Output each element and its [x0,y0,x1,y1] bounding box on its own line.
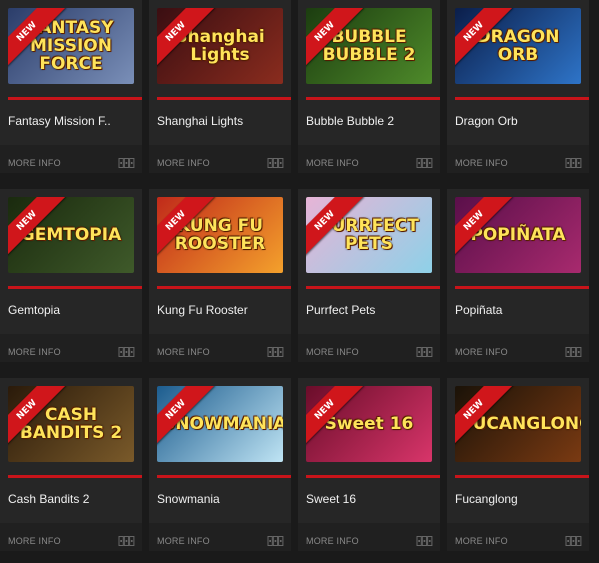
game-title[interactable]: Sweet 16 [306,492,356,506]
more-info-bar: MORE INFO [298,523,440,551]
game-title[interactable]: Cash Bandits 2 [8,492,89,506]
red-divider [157,286,291,289]
game-title[interactable]: Dragon Orb [455,114,518,128]
more-info-link[interactable]: MORE INFO [306,536,359,546]
game-card[interactable]: POPIÑATA NEW Popiñata MORE INFO [447,189,589,362]
more-info-bar: MORE INFO [149,334,291,362]
red-divider [157,97,291,100]
game-title[interactable]: Fantasy Mission F.. [8,114,111,128]
game-thumbnail[interactable]: KUNG FU ROOSTER NEW [157,197,283,273]
game-thumbnail[interactable]: FUCANGLONG NEW [455,386,581,462]
more-info-bar: MORE INFO [447,145,589,173]
more-info-bar: MORE INFO [0,523,142,551]
more-info-link[interactable]: MORE INFO [455,158,508,168]
game-thumbnail[interactable]: GEMTOPIA NEW [8,197,134,273]
slot-machine-icon [416,536,433,546]
more-info-bar: MORE INFO [149,523,291,551]
game-title[interactable]: Shanghai Lights [157,114,243,128]
game-card[interactable]: FUCANGLONG NEW Fucanglong MORE INFO [447,378,589,551]
red-divider [306,97,440,100]
game-card[interactable]: GEMTOPIA NEW Gemtopia MORE INFO [0,189,142,362]
game-card[interactable]: Shanghai Lights NEW Shanghai Lights MORE IN… [149,0,291,173]
slot-machine-icon [267,158,284,168]
slot-machine-icon [416,347,433,357]
slot-machine-icon [416,158,433,168]
game-thumbnail[interactable]: BUBBLE BUBBLE 2 NEW [306,8,432,84]
game-thumbnail[interactable]: POPIÑATA NEW [455,197,581,273]
red-divider [306,475,440,478]
more-info-bar: MORE INFO [0,334,142,362]
red-divider [455,286,589,289]
game-title[interactable]: Snowmania [157,492,220,506]
game-card[interactable]: DRAGON ORB NEW Dragon Orb MORE INFO [447,0,589,173]
slot-machine-icon [565,347,582,357]
more-info-link[interactable]: MORE INFO [157,158,210,168]
more-info-bar: MORE INFO [298,334,440,362]
red-divider [455,97,589,100]
game-card[interactable]: SNOWMANIA NEW Snowmania MORE INFO [149,378,291,551]
game-thumbnail[interactable]: Shanghai Lights NEW [157,8,283,84]
more-info-link[interactable]: MORE INFO [8,158,61,168]
game-card[interactable]: KUNG FU ROOSTER NEW Kung Fu Rooster MORE IN… [149,189,291,362]
game-thumbnail[interactable]: FANTASY MISSION FORCE NEW [8,8,134,84]
game-card[interactable]: Sweet 16 NEW Sweet 16 MORE INFO [298,378,440,551]
game-title[interactable]: Fucanglong [455,492,518,506]
game-thumbnail[interactable]: CASH BANDITS 2 NEW [8,386,134,462]
more-info-link[interactable]: MORE INFO [455,347,508,357]
game-thumbnail[interactable]: Sweet 16 NEW [306,386,432,462]
red-divider [8,286,142,289]
slot-machine-icon [118,158,135,168]
game-title[interactable]: Gemtopia [8,303,60,317]
game-title[interactable]: Bubble Bubble 2 [306,114,394,128]
more-info-link[interactable]: MORE INFO [306,158,359,168]
more-info-link[interactable]: MORE INFO [455,536,508,546]
more-info-bar: MORE INFO [447,523,589,551]
more-info-link[interactable]: MORE INFO [8,347,61,357]
slot-machine-icon [118,536,135,546]
game-grid: FANTASY MISSION FORCE NEW Fantasy Mission … [0,0,599,563]
red-divider [8,97,142,100]
red-divider [306,286,440,289]
red-divider [8,475,142,478]
slot-machine-icon [565,158,582,168]
slot-machine-icon [118,347,135,357]
slot-machine-icon [267,536,284,546]
more-info-link[interactable]: MORE INFO [306,347,359,357]
game-title[interactable]: Kung Fu Rooster [157,303,248,317]
game-card[interactable]: PURRFECT PETS NEW Purrfect Pets MORE INFO [298,189,440,362]
more-info-bar: MORE INFO [0,145,142,173]
game-title[interactable]: Popiñata [455,303,502,317]
game-title[interactable]: Purrfect Pets [306,303,375,317]
game-thumbnail[interactable]: PURRFECT PETS NEW [306,197,432,273]
more-info-link[interactable]: MORE INFO [8,536,61,546]
game-thumbnail[interactable]: DRAGON ORB NEW [455,8,581,84]
red-divider [455,475,589,478]
more-info-bar: MORE INFO [447,334,589,362]
game-card[interactable]: BUBBLE BUBBLE 2 NEW Bubble Bubble 2 MORE IN… [298,0,440,173]
game-thumbnail[interactable]: SNOWMANIA NEW [157,386,283,462]
more-info-link[interactable]: MORE INFO [157,536,210,546]
red-divider [157,475,291,478]
slot-machine-icon [267,347,284,357]
more-info-bar: MORE INFO [149,145,291,173]
slot-machine-icon [565,536,582,546]
more-info-link[interactable]: MORE INFO [157,347,210,357]
more-info-bar: MORE INFO [298,145,440,173]
game-card[interactable]: FANTASY MISSION FORCE NEW Fantasy Mission … [0,0,142,173]
game-card[interactable]: CASH BANDITS 2 NEW Cash Bandits 2 MORE INFO [0,378,142,551]
